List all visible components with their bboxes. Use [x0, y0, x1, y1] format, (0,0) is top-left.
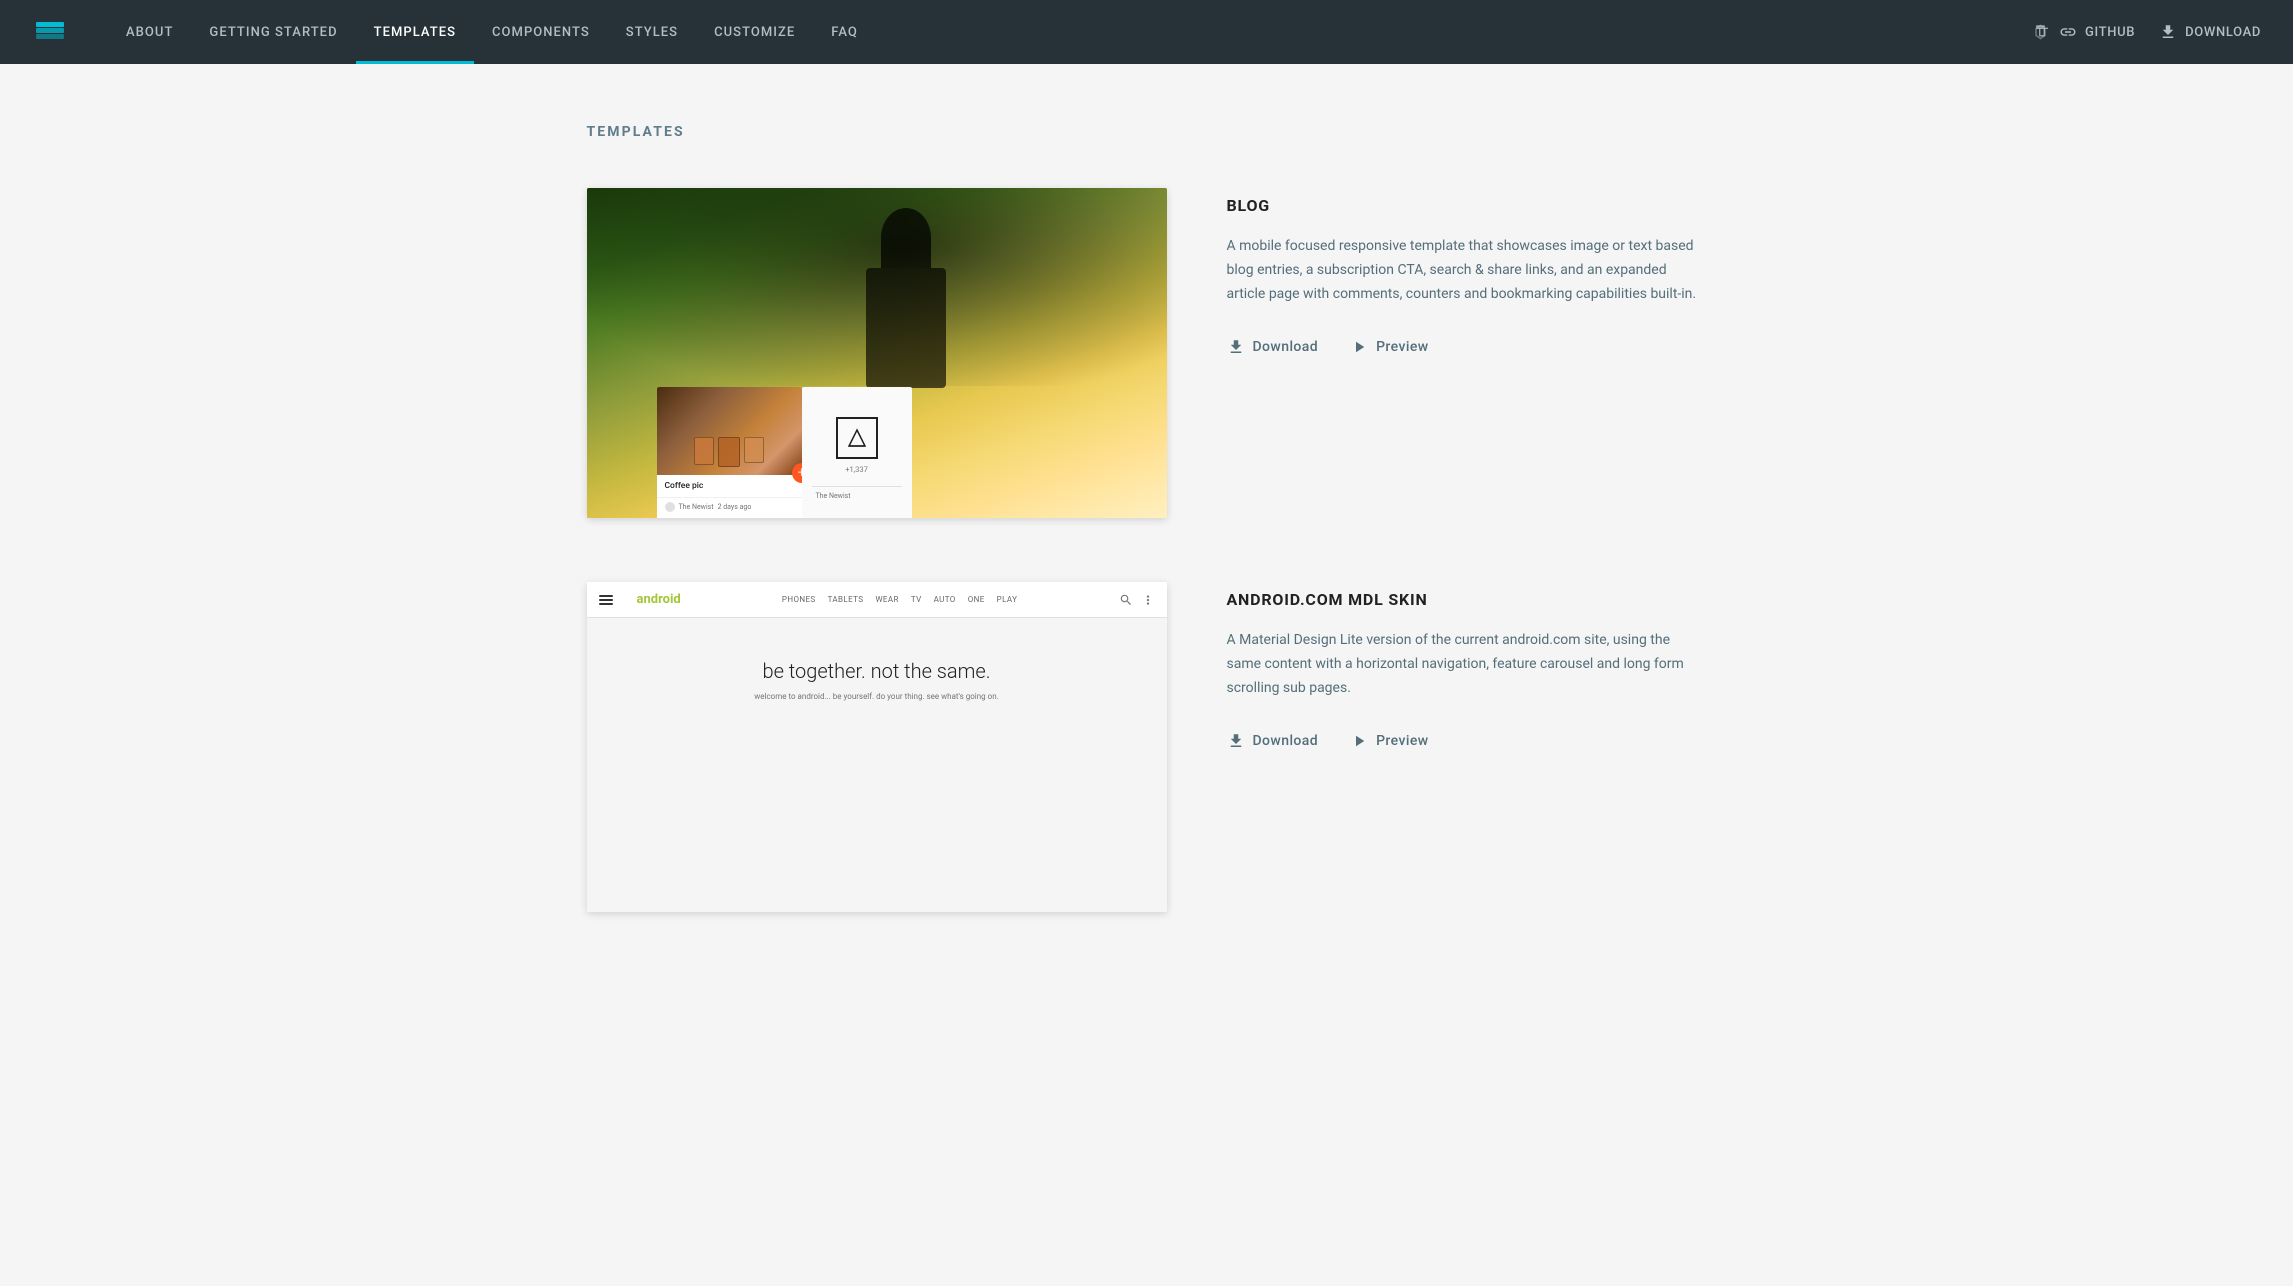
- nav-item-faq[interactable]: FAQ: [813, 0, 876, 64]
- template-name-android: ANDROID.COM MDL SKIN: [1227, 590, 1707, 609]
- template-info-blog: BLOG A mobile focused responsive templat…: [1227, 188, 1707, 356]
- header-actions: GitHub Download: [2033, 23, 2261, 41]
- preview-label-android: Preview: [1376, 733, 1429, 749]
- blog-meta: The Newist: [679, 503, 714, 511]
- nav-item-customize[interactable]: CUSTOMIZE: [696, 0, 813, 64]
- android-nav-icons: [1119, 593, 1155, 607]
- blog-right-meta: The Newist: [812, 486, 902, 505]
- arrow-right-icon-android: [1350, 732, 1368, 750]
- android-nav-bar: android PHONES TABLETS WEAR TV AUTO ONE …: [587, 582, 1167, 618]
- download-label-header: Download: [2185, 25, 2261, 40]
- nav-item-templates[interactable]: TEMPLATES: [356, 0, 474, 64]
- nav-item-about[interactable]: ABOUT: [108, 0, 191, 64]
- android-logo-text: android: [637, 592, 681, 607]
- preview-button-android[interactable]: Preview: [1350, 732, 1429, 750]
- more-icon-android[interactable]: [1141, 593, 1155, 607]
- github-button[interactable]: GitHub: [2033, 23, 2135, 41]
- template-name-blog: BLOG: [1227, 196, 1707, 215]
- android-nav-auto: AUTO: [934, 595, 956, 604]
- template-card-android: android PHONES TABLETS WEAR TV AUTO ONE …: [587, 582, 1707, 912]
- android-menu-icon: [599, 595, 613, 605]
- download-label-android: Download: [1253, 733, 1319, 749]
- nav-item-getting-started[interactable]: GETTING STARTED: [191, 0, 355, 64]
- search-icon-android[interactable]: [1119, 593, 1133, 607]
- download-icon-android: [1227, 732, 1245, 750]
- landscape-icon: [843, 424, 871, 452]
- nav-item-styles[interactable]: STYLES: [608, 0, 696, 64]
- main-content: TEMPLATES: [547, 64, 1747, 1056]
- android-nav-tablets: TABLETS: [828, 595, 864, 604]
- android-nav-tv: TV: [911, 595, 922, 604]
- download-icon-header: [2159, 23, 2177, 41]
- download-icon-blog: [1227, 338, 1245, 356]
- preview-label-blog: Preview: [1376, 339, 1429, 355]
- template-preview-android: android PHONES TABLETS WEAR TV AUTO ONE …: [587, 582, 1167, 912]
- android-nav-one: ONE: [968, 595, 985, 604]
- android-hero-title: be together. not the same.: [607, 658, 1147, 684]
- download-button-header[interactable]: Download: [2159, 23, 2261, 41]
- android-nav-links: PHONES TABLETS WEAR TV AUTO ONE PLAY: [697, 595, 1103, 604]
- template-desc-android: A Material Design Lite version of the cu…: [1227, 629, 1707, 700]
- android-hero-sub: welcome to android... be yourself. do yo…: [607, 692, 1147, 701]
- logo-icon: [32, 14, 68, 50]
- github-icon: [2033, 23, 2051, 41]
- template-card-blog: + Coffee pic The Newist 2 days ago: [587, 188, 1707, 518]
- blog-caption: Coffee pic: [657, 475, 802, 497]
- download-button-android[interactable]: Download: [1227, 732, 1319, 750]
- logo[interactable]: [32, 14, 68, 50]
- arrow-right-icon-blog: [1350, 338, 1368, 356]
- download-label-blog: Download: [1253, 339, 1319, 355]
- android-nav-play: PLAY: [997, 595, 1018, 604]
- blog-count: +1,337: [845, 465, 868, 474]
- preview-button-blog[interactable]: Preview: [1350, 338, 1429, 356]
- template-actions-android: Download Preview: [1227, 732, 1707, 750]
- download-button-blog[interactable]: Download: [1227, 338, 1319, 356]
- blog-card-left: + Coffee pic The Newist 2 days ago: [657, 387, 802, 518]
- header: ABOUT GETTING STARTED TEMPLATES COMPONEN…: [0, 0, 2293, 64]
- nav-item-components[interactable]: COMPONENTS: [474, 0, 608, 64]
- page-title: TEMPLATES: [587, 124, 1707, 140]
- link-icon: [2059, 23, 2077, 41]
- main-nav: ABOUT GETTING STARTED TEMPLATES COMPONEN…: [108, 0, 2033, 64]
- template-preview-blog: + Coffee pic The Newist 2 days ago: [587, 188, 1167, 518]
- template-desc-blog: A mobile focused responsive template tha…: [1227, 235, 1707, 306]
- template-info-android: ANDROID.COM MDL SKIN A Material Design L…: [1227, 582, 1707, 750]
- blog-card-right: +1,337 The Newist: [802, 387, 912, 518]
- android-hero: be together. not the same. welcome to an…: [587, 618, 1167, 912]
- template-actions-blog: Download Preview: [1227, 338, 1707, 356]
- blog-meta-time: 2 days ago: [718, 503, 752, 511]
- android-nav-wear: WEAR: [875, 595, 898, 604]
- github-label: GitHub: [2085, 25, 2135, 40]
- android-nav-phones: PHONES: [782, 595, 816, 604]
